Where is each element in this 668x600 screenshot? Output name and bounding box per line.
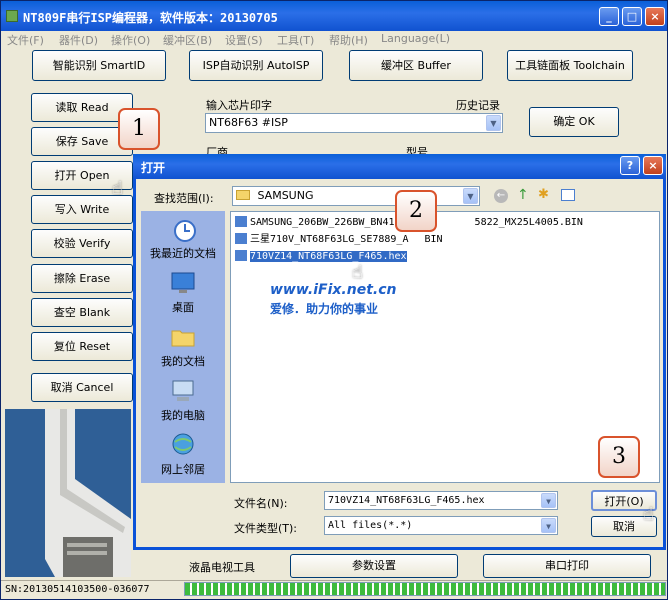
hand-cursor-icon: ☝ xyxy=(643,504,654,525)
menu-operation[interactable]: 操作(O) xyxy=(111,32,150,48)
file-icon xyxy=(235,233,247,244)
programmer-board-image xyxy=(5,409,131,577)
file-icon xyxy=(235,250,247,261)
lcd-tools-label: 液晶电视工具 xyxy=(189,561,255,574)
verify-button[interactable]: 校验 Verify xyxy=(31,229,133,258)
buffer-button[interactable]: 缓冲区 Buffer xyxy=(349,50,483,81)
menu-language[interactable]: Language(L) xyxy=(381,32,450,45)
minimize-button[interactable]: _ xyxy=(599,7,619,26)
smartid-button[interactable]: 智能识别 SmartID xyxy=(32,50,166,81)
reset-button[interactable]: 复位 Reset xyxy=(31,332,133,361)
my-documents-icon xyxy=(171,330,195,347)
toolchain-button[interactable]: 工具链面板 Toolchain xyxy=(507,50,633,81)
watermark-url: www.iFix.net.cn xyxy=(270,282,397,298)
chip-input-value: NT68F63 #ISP xyxy=(209,116,288,129)
desktop-icon xyxy=(171,272,195,293)
folder-icon xyxy=(236,190,250,200)
place-network[interactable]: 网上邻居 xyxy=(141,431,225,477)
callout-3: 3 xyxy=(598,436,640,478)
history-label: 历史记录 xyxy=(456,99,500,112)
menu-settings[interactable]: 设置(S) xyxy=(225,32,263,48)
params-button[interactable]: 参数设置 xyxy=(290,554,458,578)
help-button[interactable]: ? xyxy=(620,156,640,175)
new-folder-icon[interactable]: ✱ xyxy=(538,187,549,202)
app-icon xyxy=(6,10,18,22)
file-icon xyxy=(235,216,247,227)
menu-device[interactable]: 器件(D) xyxy=(59,32,98,48)
blank-check-button[interactable]: 查空 Blank xyxy=(31,298,133,327)
place-desktop[interactable]: 桌面 xyxy=(141,269,225,315)
erase-button[interactable]: 擦除 Erase xyxy=(31,264,133,293)
serial-print-button[interactable]: 串口打印 xyxy=(483,554,651,578)
title-bar[interactable]: NT809F串行ISP编程器，软件版本：20130705 _ □ × xyxy=(1,1,667,31)
chevron-down-icon[interactable]: ▼ xyxy=(486,115,501,131)
network-places-icon xyxy=(172,433,194,455)
my-computer-icon xyxy=(172,380,194,401)
view-menu-icon[interactable] xyxy=(561,189,575,201)
dialog-title-bar[interactable]: 打开 ? × xyxy=(133,154,666,179)
menu-file[interactable]: 文件(F) xyxy=(7,32,44,48)
list-item-selected[interactable]: 710VZ14_NT68F63LG_F465.hex xyxy=(235,250,407,264)
device-photo xyxy=(5,409,131,577)
serial-number: SN:20130514103500-036077 xyxy=(5,584,150,595)
window-title: NT809F串行ISP编程器，软件版本：20130705 xyxy=(23,11,278,25)
filename-input[interactable]: 710VZ14_NT68F63LG_F465.hex ▼ xyxy=(324,491,558,510)
dialog-close-button[interactable]: × xyxy=(643,156,663,175)
callout-2: 2 xyxy=(395,190,437,232)
filetype-select[interactable]: All files(*.*) ▼ xyxy=(324,516,558,535)
list-item[interactable]: 三星710V_NT68F63LG_SE7889_A BIN xyxy=(235,233,443,247)
lookin-label: 查找范围(I): xyxy=(154,192,214,205)
autoisp-button[interactable]: ISP自动识别 AutoISP xyxy=(189,50,323,81)
chevron-down-icon[interactable]: ▼ xyxy=(463,188,478,204)
place-my-computer[interactable]: 我的电脑 xyxy=(141,377,225,423)
filename-label: 文件名(N): xyxy=(234,497,288,510)
menu-tools[interactable]: 工具(T) xyxy=(277,32,314,48)
cancel-button[interactable]: 取消 Cancel xyxy=(31,373,133,402)
watermark-slogan: 爱修．助力你的事业 xyxy=(270,302,379,316)
dialog-title: 打开 xyxy=(141,161,166,175)
close-button[interactable]: × xyxy=(645,7,665,26)
callout-1: 1 xyxy=(118,108,160,150)
file-list[interactable]: SAMSUNG_206BW_226BW_BN41-0 5822_MX25L4005… xyxy=(230,211,660,483)
chip-input-combo[interactable]: NT68F63 #ISP ▼ xyxy=(205,113,503,133)
place-recent[interactable]: 我最近的文档 xyxy=(141,215,225,261)
filetype-label: 文件类型(T): xyxy=(234,522,298,535)
back-icon[interactable]: ← xyxy=(494,189,508,203)
chevron-down-icon[interactable]: ▼ xyxy=(541,493,556,508)
places-bar: 我最近的文档 桌面 我的文档 我的电脑 网上邻居 xyxy=(141,211,225,483)
menu-buffer[interactable]: 缓冲区(B) xyxy=(163,32,212,48)
hand-cursor-icon: ☝ xyxy=(112,178,123,199)
chevron-down-icon[interactable]: ▼ xyxy=(541,518,556,533)
progress-bar xyxy=(184,582,666,596)
menu-help[interactable]: 帮助(H) xyxy=(329,32,368,48)
place-my-documents[interactable]: 我的文档 xyxy=(141,323,225,369)
menu-bar: 文件(F) 器件(D) 操作(O) 缓冲区(B) 设置(S) 工具(T) 帮助(… xyxy=(1,31,667,47)
hand-cursor-icon: ☝ xyxy=(352,262,363,283)
confirm-ok-button[interactable]: 确定 OK xyxy=(529,107,619,137)
chip-input-label: 输入芯片印字 xyxy=(206,99,272,112)
lookin-combo[interactable]: SAMSUNG ▼ xyxy=(232,186,480,206)
maximize-button[interactable]: □ xyxy=(622,7,642,26)
recent-documents-icon xyxy=(174,220,196,242)
up-folder-icon[interactable]: ↑ xyxy=(517,187,529,203)
lookin-value: SAMSUNG xyxy=(257,189,314,202)
